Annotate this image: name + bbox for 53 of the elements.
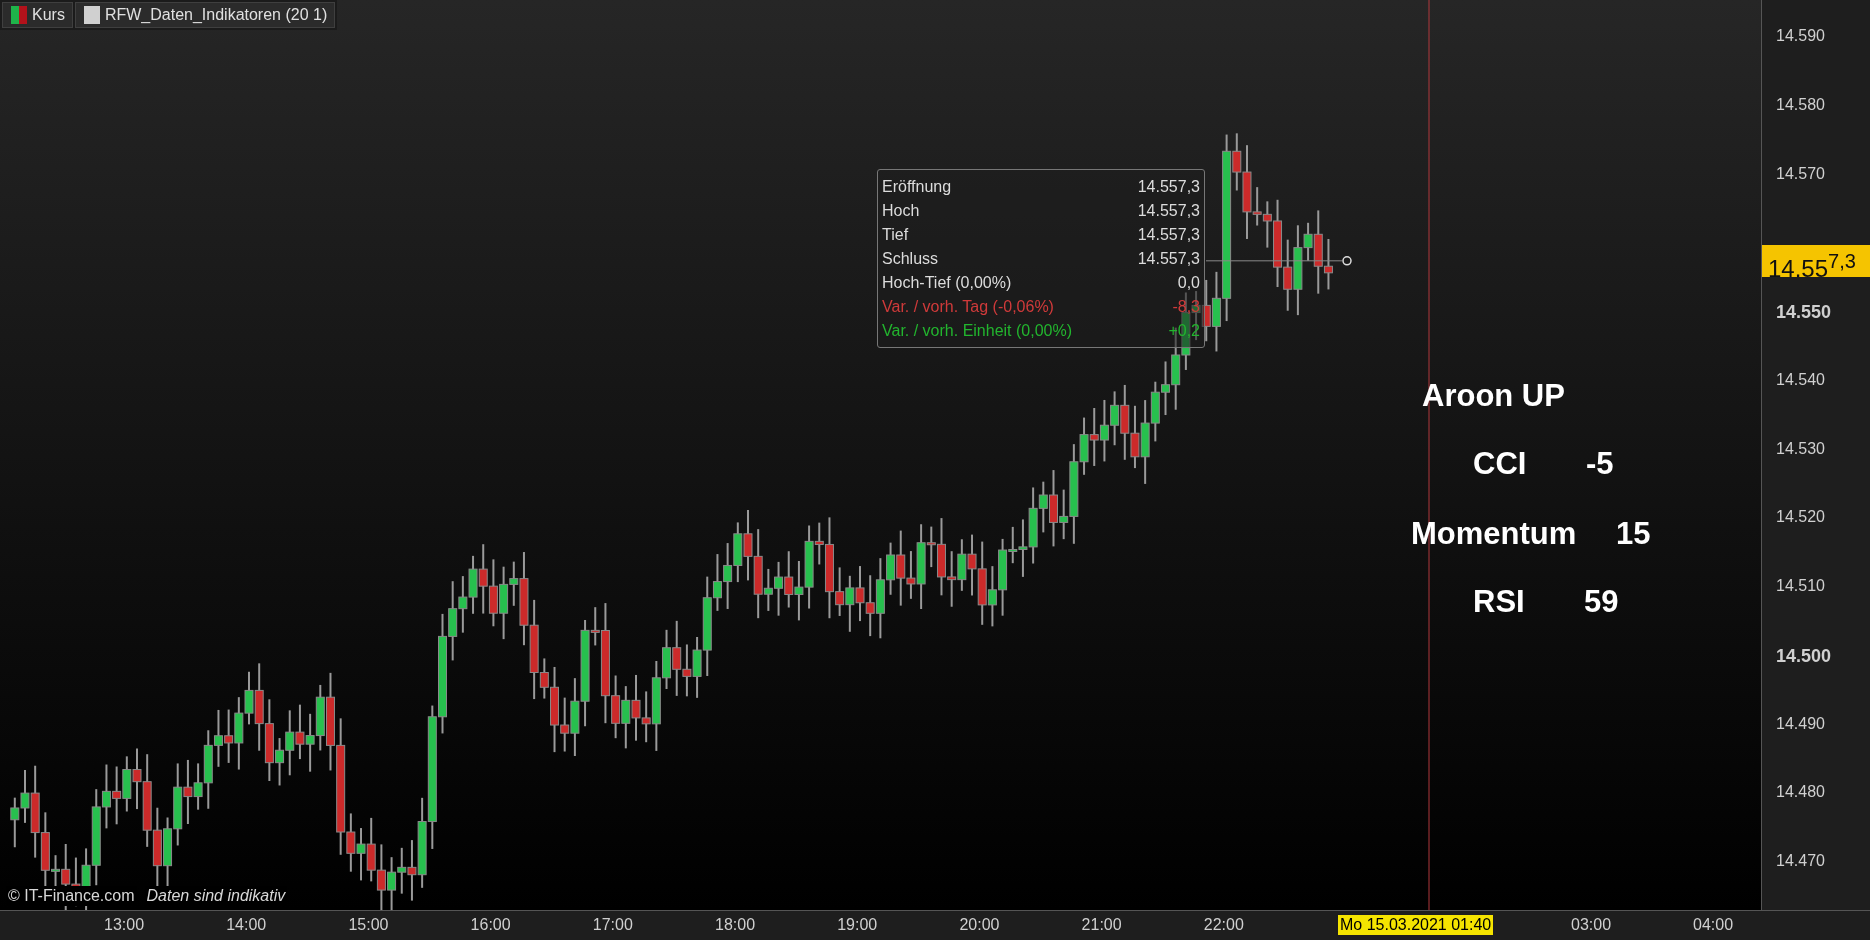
price-tick-label: 14.470 xyxy=(1776,852,1825,870)
tooltip-label: Hoch-Tief (0,00%) xyxy=(882,273,1012,293)
indicator-value: 15 xyxy=(1616,516,1651,552)
tooltip-label: Schluss xyxy=(882,249,939,269)
time-tick-label: 15:00 xyxy=(348,916,389,934)
current-price-marker: 14.55$^{7,3}$ xyxy=(1762,244,1870,277)
tooltip-value: 0,0 xyxy=(1177,273,1200,293)
time-tick-label: 03:00 xyxy=(1571,916,1612,934)
tooltip-value: -8,3 xyxy=(1172,297,1200,317)
indicator-value: 59 xyxy=(1584,584,1619,620)
price-tick-label: 14.500 xyxy=(1776,645,1832,667)
tooltip-label: Var. / vorh. Einheit (0,00%) xyxy=(882,321,1072,341)
legend-item[interactable]: RFW_Daten_Indikatoren (20 1) xyxy=(74,2,336,28)
indicator-label: CCI xyxy=(1473,446,1527,482)
time-tick-label: 18:00 xyxy=(715,916,756,934)
indicator-value: -5 xyxy=(1586,446,1614,482)
time-tick-label: 20:00 xyxy=(959,916,1000,934)
tooltip-value: +0,2 xyxy=(1168,321,1200,341)
time-tick-label: 17:00 xyxy=(592,916,633,934)
price-tick-label: 14.550 xyxy=(1776,302,1832,323)
price-tick-label: 14.490 xyxy=(1776,714,1825,733)
copyright-text: © IT-Finance.com xyxy=(6,886,137,906)
indicator-label: RSI xyxy=(1473,584,1525,620)
price-tick-label: 14.480 xyxy=(1776,783,1825,802)
legend-item[interactable]: Kurs xyxy=(2,2,73,28)
price-tick-label: 14.510 xyxy=(1776,577,1825,595)
time-tick-label: 16:00 xyxy=(470,916,511,934)
tooltip-label: Tief xyxy=(882,225,909,245)
price-tick-label: 14.580 xyxy=(1776,95,1825,114)
crosshair-icon xyxy=(1342,256,1352,266)
indicator-label: Momentum xyxy=(1411,516,1577,552)
price-tick-label: 14.590 xyxy=(1776,27,1825,45)
tooltip-label: Eröffnung xyxy=(882,177,952,197)
price-tick-label: 14.570 xyxy=(1776,164,1825,183)
cursor-date-label: Mo 15.03.2021 01:40 xyxy=(1338,915,1494,935)
tooltip-label: Var. / vorh. Tag (-0,06%) xyxy=(882,297,1054,317)
time-tick-label: 13:00 xyxy=(104,916,145,934)
price-tick-label: 14.520 xyxy=(1776,508,1825,527)
indicator-swatch-icon xyxy=(83,6,100,24)
candle-swatch-icon xyxy=(11,6,27,24)
tooltip-value: 14.557,3 xyxy=(1137,225,1200,245)
price-tick-label: 14.540 xyxy=(1776,370,1825,389)
time-tick-label: 19:00 xyxy=(837,916,878,934)
price-tick-label: 14.530 xyxy=(1776,439,1825,458)
time-tick-label: 04:00 xyxy=(1693,916,1734,934)
time-tick-label: 14:00 xyxy=(226,916,267,934)
indicator-label: Aroon UP xyxy=(1422,378,1565,414)
tooltip-value: 14.557,3 xyxy=(1137,177,1200,197)
time-tick-label: 22:00 xyxy=(1203,916,1244,934)
tooltip-label: Hoch xyxy=(882,201,920,221)
time-tick-label: 21:00 xyxy=(1081,916,1122,934)
tooltip-value: 14.557,3 xyxy=(1137,249,1200,269)
tooltip-value: 14.557,3 xyxy=(1137,201,1200,221)
